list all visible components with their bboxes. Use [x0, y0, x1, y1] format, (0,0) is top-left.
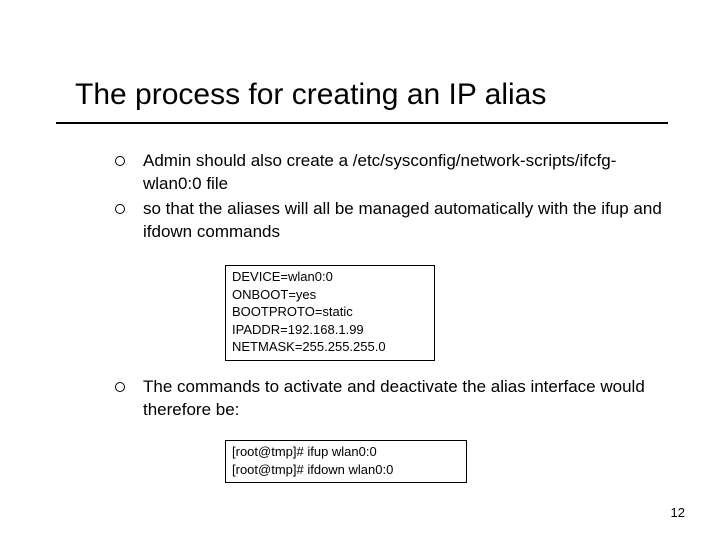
bullet-text: Admin should also create a /etc/sysconfi… — [143, 150, 670, 196]
code-box-commands: [root@tmp]# ifup wlan0:0 [root@tmp]# ifd… — [225, 440, 467, 483]
slide: The process for creating an IP alias Adm… — [0, 0, 720, 540]
bullet-icon — [115, 156, 125, 166]
page-title: The process for creating an IP alias — [75, 78, 675, 111]
bullet-text: so that the aliases will all be managed … — [143, 198, 670, 244]
page-number: 12 — [671, 505, 685, 520]
code-box-config: DEVICE=wlan0:0 ONBOOT=yes BOOTPROTO=stat… — [225, 265, 435, 361]
list-item: The commands to activate and deactivate … — [115, 376, 670, 422]
list-item: Admin should also create a /etc/sysconfi… — [115, 150, 670, 196]
title-underline — [56, 122, 668, 124]
bullet-icon — [115, 382, 125, 392]
bullet-list-bottom: The commands to activate and deactivate … — [115, 376, 670, 424]
bullet-list-top: Admin should also create a /etc/sysconfi… — [115, 150, 670, 246]
bullet-text: The commands to activate and deactivate … — [143, 376, 670, 422]
list-item: so that the aliases will all be managed … — [115, 198, 670, 244]
bullet-icon — [115, 204, 125, 214]
